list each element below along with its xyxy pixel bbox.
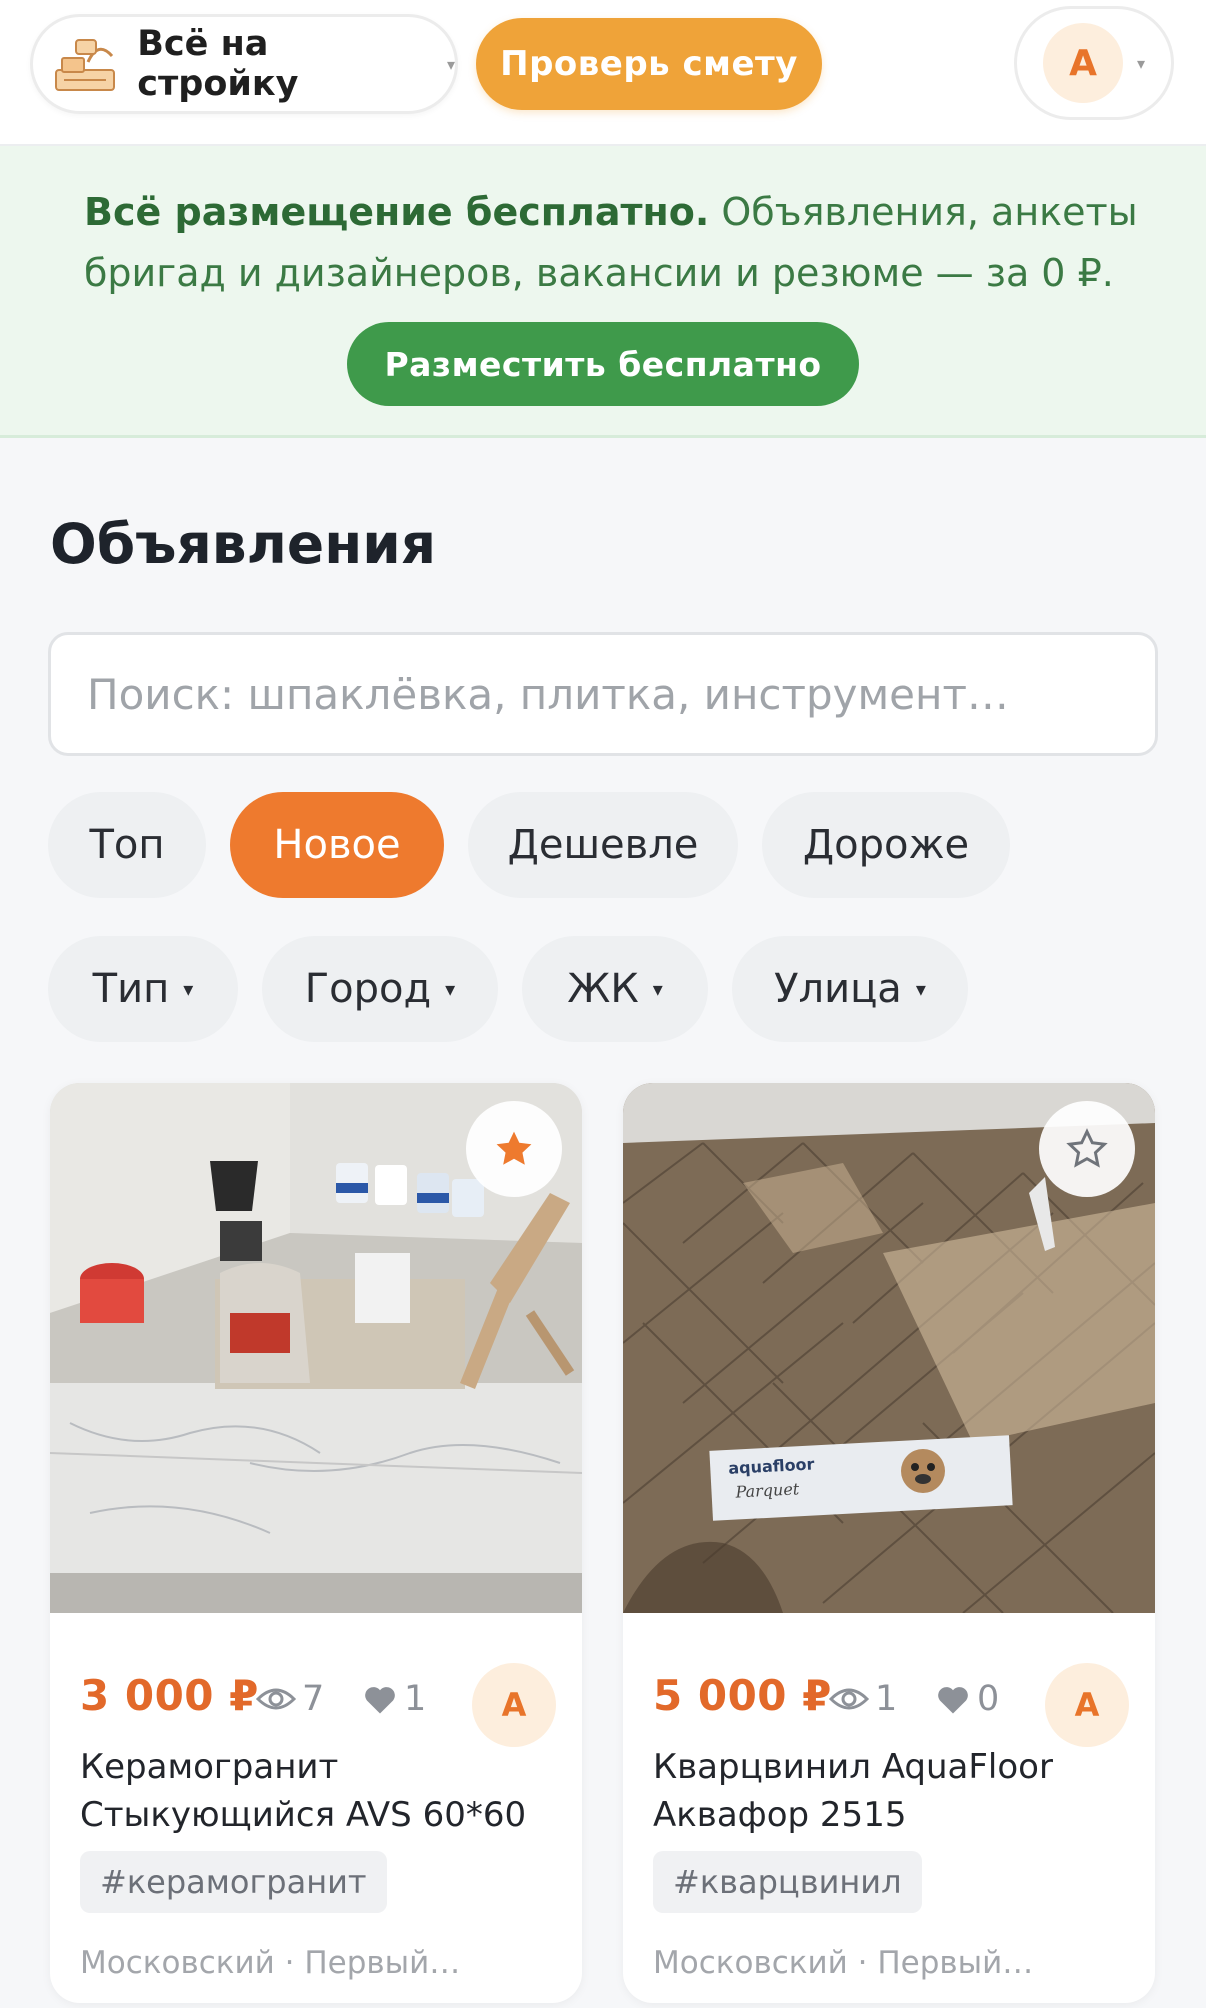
search-input[interactable]	[48, 632, 1158, 756]
chevron-down-icon: ▾	[652, 977, 663, 1001]
brand-menu-button[interactable]: Всё на стройку ▾	[30, 14, 458, 114]
svg-text:Parquet: Parquet	[734, 1479, 800, 1501]
eye-icon	[256, 1688, 296, 1710]
sort-chip-top[interactable]: Топ	[48, 792, 206, 898]
eye-icon	[829, 1688, 869, 1710]
chevron-down-icon: ▾	[446, 54, 455, 74]
author-avatar[interactable]: А	[472, 1663, 556, 1747]
star-filled-icon	[496, 1131, 532, 1165]
banner-bold-text: Всё размещение бесплатно.	[84, 190, 710, 234]
filter-street-dropdown[interactable]: Улица ▾	[732, 936, 968, 1042]
listing-card[interactable]: aquafloor Parquet 5 000 ₽ 1 0 А Кварцвин…	[623, 1083, 1155, 2003]
chevron-down-icon: ▾	[915, 977, 926, 1001]
check-estimate-button[interactable]: Проверь смету	[476, 18, 822, 110]
listing-location: Московский · Первый…	[80, 1945, 461, 1981]
brand-name: Всё на стройку	[137, 24, 299, 104]
price: 3 000 ₽	[80, 1671, 259, 1720]
favorite-button[interactable]	[1039, 1101, 1135, 1197]
chevron-down-icon: ▾	[183, 977, 194, 1001]
listing-photo[interactable]: aquafloor Parquet	[623, 1083, 1155, 1613]
filter-city-dropdown[interactable]: Город ▾	[262, 936, 498, 1042]
page-title: Объявления	[50, 512, 437, 576]
post-free-button[interactable]: Разместить бесплатно	[347, 322, 859, 406]
listing-title[interactable]: Керамогранит Стыкующийся AVS 60*60	[80, 1743, 560, 1839]
listing-tag[interactable]: #кварцвинил	[653, 1851, 922, 1913]
banner-text: Всё размещение бесплатно. Объявления, ан…	[84, 182, 1144, 304]
price-row: 3 000 ₽ 7 1 А	[80, 1663, 560, 1747]
likes-value: 1	[404, 1679, 427, 1719]
views-count: 7	[256, 1679, 324, 1719]
avatar: А	[1043, 23, 1123, 103]
favorite-button[interactable]	[466, 1101, 562, 1197]
free-posting-banner: Всё размещение бесплатно. Объявления, ан…	[0, 146, 1206, 438]
top-header: Всё на стройку ▾ Проверь смету А ▾	[0, 0, 1206, 146]
filter-complex-dropdown[interactable]: ЖК ▾	[522, 936, 708, 1042]
filter-label: Тип	[92, 966, 170, 1012]
views-value: 7	[302, 1679, 325, 1719]
listing-photo[interactable]	[50, 1083, 582, 1613]
likes-count: 0	[935, 1679, 999, 1719]
filter-label: Улица	[774, 966, 902, 1012]
views-count: 1	[829, 1679, 897, 1719]
listing-location: Московский · Первый…	[653, 1945, 1034, 1981]
chevron-down-icon: ▾	[445, 977, 456, 1001]
likes-value: 0	[977, 1679, 1000, 1719]
listing-card[interactable]: 3 000 ₽ 7 1 А Керамогранит Стыкующийся A…	[50, 1083, 582, 2003]
views-value: 1	[875, 1679, 898, 1719]
sort-chip-new[interactable]: Новое	[230, 792, 444, 898]
filter-label: ЖК	[567, 966, 639, 1012]
author-avatar[interactable]: А	[1045, 1663, 1129, 1747]
construction-logo-icon	[47, 29, 123, 99]
price-row: 5 000 ₽ 1 0 А	[653, 1663, 1133, 1747]
star-outline-icon	[1066, 1128, 1108, 1168]
price: 5 000 ₽	[653, 1671, 832, 1720]
listing-title[interactable]: Кварцвинил AquaFloor Аквафор 2515	[653, 1743, 1133, 1839]
likes-count: 1	[362, 1679, 426, 1719]
heart-icon	[938, 1687, 968, 1714]
user-menu-button[interactable]: А ▾	[1014, 6, 1174, 120]
chevron-down-icon: ▾	[1137, 53, 1146, 73]
heart-icon	[365, 1687, 395, 1714]
sort-chip-cheaper[interactable]: Дешевле	[468, 792, 738, 898]
listing-tag[interactable]: #керамогранит	[80, 1851, 387, 1913]
filter-type-dropdown[interactable]: Тип ▾	[48, 936, 238, 1042]
filter-label: Город	[304, 966, 432, 1012]
sort-chip-pricier[interactable]: Дороже	[762, 792, 1010, 898]
